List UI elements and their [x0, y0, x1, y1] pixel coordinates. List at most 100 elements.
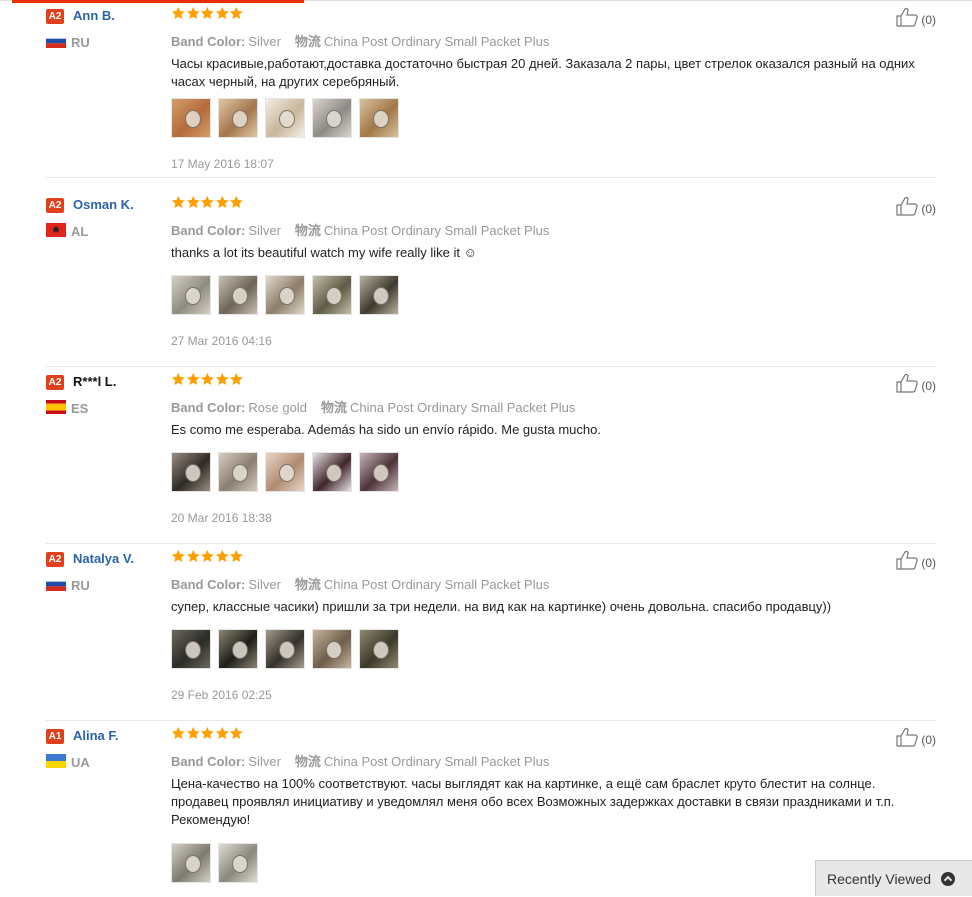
review-photo-thumbnail[interactable]	[312, 98, 352, 138]
review-photos	[171, 452, 406, 492]
star-icon	[215, 6, 229, 20]
review-photo-thumbnail[interactable]	[359, 275, 399, 315]
recently-viewed-label: Recently Viewed	[827, 870, 932, 887]
star-icon	[171, 6, 185, 20]
review-text: Цена-качество на 100% соответствуют. час…	[171, 776, 895, 827]
band-color-value: Silver	[248, 223, 281, 238]
helpful-button[interactable]: (0)	[896, 550, 936, 575]
star-icon	[215, 549, 229, 563]
recently-viewed-button[interactable]: Recently Viewed	[815, 860, 972, 896]
band-color-label: Band Color:	[171, 577, 246, 592]
review-item: A1 Alina F. UA Band Color: Silver 物流 China Pos…	[46, 720, 936, 897]
star-icon	[230, 726, 244, 740]
reviewer-country: UA	[71, 755, 90, 770]
review-photo-thumbnail[interactable]	[265, 629, 305, 669]
buyer-level-badge: A2	[46, 198, 64, 213]
review-photo-thumbnail[interactable]	[265, 275, 305, 315]
shipping-method: China Post Ordinary Small Packet Plus	[323, 34, 550, 49]
review-photo-thumbnail[interactable]	[218, 843, 258, 883]
helpful-count: (0)	[921, 378, 936, 393]
helpful-count: (0)	[921, 12, 936, 27]
review-photo-thumbnail[interactable]	[171, 629, 211, 669]
reviewer-name[interactable]: Alina F.	[73, 728, 119, 743]
star-icon	[171, 549, 185, 563]
review-item: A2 Natalya V. RU Band Color: Silver 物流 China P…	[46, 543, 936, 721]
review-photo-thumbnail[interactable]	[312, 452, 352, 492]
star-icon	[201, 195, 214, 209]
star-icon	[230, 195, 244, 209]
order-info: Band Color: Silver 物流 China Post Ordinary S…	[171, 751, 549, 770]
star-icon	[230, 372, 244, 386]
review-photo-thumbnail[interactable]	[218, 275, 258, 315]
order-info: Band Color: Silver 物流 China Post Ordinary S…	[171, 220, 549, 239]
review-item: A2 Ann B. RU Band Color: Silver 物流 China Post …	[46, 0, 936, 178]
review-text: Es como me esperaba. Además ha sido un e…	[171, 422, 601, 437]
thumbs-up-icon	[896, 373, 919, 398]
country-flag-icon	[46, 34, 66, 48]
helpful-count: (0)	[921, 732, 936, 747]
shipping-method: China Post Ordinary Small Packet Plus	[323, 577, 550, 592]
star-rating	[171, 726, 244, 744]
star-icon	[171, 195, 185, 209]
review-photo-thumbnail[interactable]	[218, 452, 258, 492]
reviewer-name: R***l L.	[73, 374, 117, 389]
shipping-label: 物流	[294, 754, 321, 769]
review-photo-thumbnail[interactable]	[218, 98, 258, 138]
star-icon	[201, 726, 214, 740]
helpful-button[interactable]: (0)	[896, 373, 936, 398]
review-photo-thumbnail[interactable]	[312, 629, 352, 669]
review-photo-thumbnail[interactable]	[171, 98, 211, 138]
review-photo-thumbnail[interactable]	[312, 275, 352, 315]
band-color-label: Band Color:	[171, 400, 246, 415]
reviewer-name[interactable]: Osman K.	[73, 197, 134, 212]
shipping-method: China Post Ordinary Small Packet Plus	[349, 400, 576, 415]
review-photo-thumbnail[interactable]	[265, 452, 305, 492]
star-icon	[171, 726, 185, 740]
star-icon	[201, 372, 214, 386]
buyer-level-badge: A2	[46, 552, 64, 567]
country-flag-icon	[46, 400, 66, 414]
star-icon	[186, 372, 200, 386]
review-photo-thumbnail[interactable]	[359, 452, 399, 492]
reviewer-name[interactable]: Natalya V.	[73, 551, 134, 566]
helpful-button[interactable]: (0)	[896, 727, 936, 752]
review-photo-thumbnail[interactable]	[359, 98, 399, 138]
shipping-label: 物流	[294, 223, 321, 238]
band-color-label: Band Color:	[171, 34, 246, 49]
helpful-button[interactable]: (0)	[896, 7, 936, 32]
buyer-level-badge: A2	[46, 375, 64, 390]
review-item: A2 R***l L. ES Band Color: Rose gold 物流 China …	[46, 366, 936, 544]
review-photo-thumbnail[interactable]	[265, 98, 305, 138]
reviewer-name[interactable]: Ann B.	[73, 8, 115, 23]
order-info: Band Color: Silver 物流 China Post Ordinary S…	[171, 574, 549, 593]
review-photos	[171, 843, 265, 883]
star-icon	[215, 726, 229, 740]
helpful-count: (0)	[921, 201, 936, 216]
shipping-method: China Post Ordinary Small Packet Plus	[323, 754, 550, 769]
review-photo-thumbnail[interactable]	[171, 275, 211, 315]
reviewer-country: ES	[71, 401, 89, 416]
star-rating	[171, 195, 244, 213]
star-icon	[230, 6, 244, 20]
review-photo-thumbnail[interactable]	[218, 629, 258, 669]
star-rating	[171, 372, 244, 390]
star-icon	[201, 6, 214, 20]
reviewer-country: RU	[71, 35, 90, 50]
review-photo-thumbnail[interactable]	[171, 452, 211, 492]
star-icon	[201, 549, 214, 563]
helpful-button[interactable]: (0)	[896, 196, 936, 221]
star-rating	[171, 6, 244, 24]
country-flag-icon	[46, 577, 66, 591]
review-date: 17 May 2016 18:07	[171, 157, 274, 171]
reviewer-country: RU	[71, 578, 90, 593]
review-photo-thumbnail[interactable]	[171, 843, 211, 883]
thumbs-up-icon	[896, 7, 919, 32]
order-info: Band Color: Silver 物流 China Post Ordinary S…	[171, 31, 549, 50]
buyer-level-badge: A1	[46, 729, 64, 744]
review-photo-thumbnail[interactable]	[359, 629, 399, 669]
review-text: thanks a lot its beautiful watch my wife…	[171, 245, 477, 260]
band-color-value: Silver	[248, 34, 281, 49]
band-color-label: Band Color:	[171, 754, 246, 769]
band-color-label: Band Color:	[171, 223, 246, 238]
star-rating	[171, 549, 244, 567]
